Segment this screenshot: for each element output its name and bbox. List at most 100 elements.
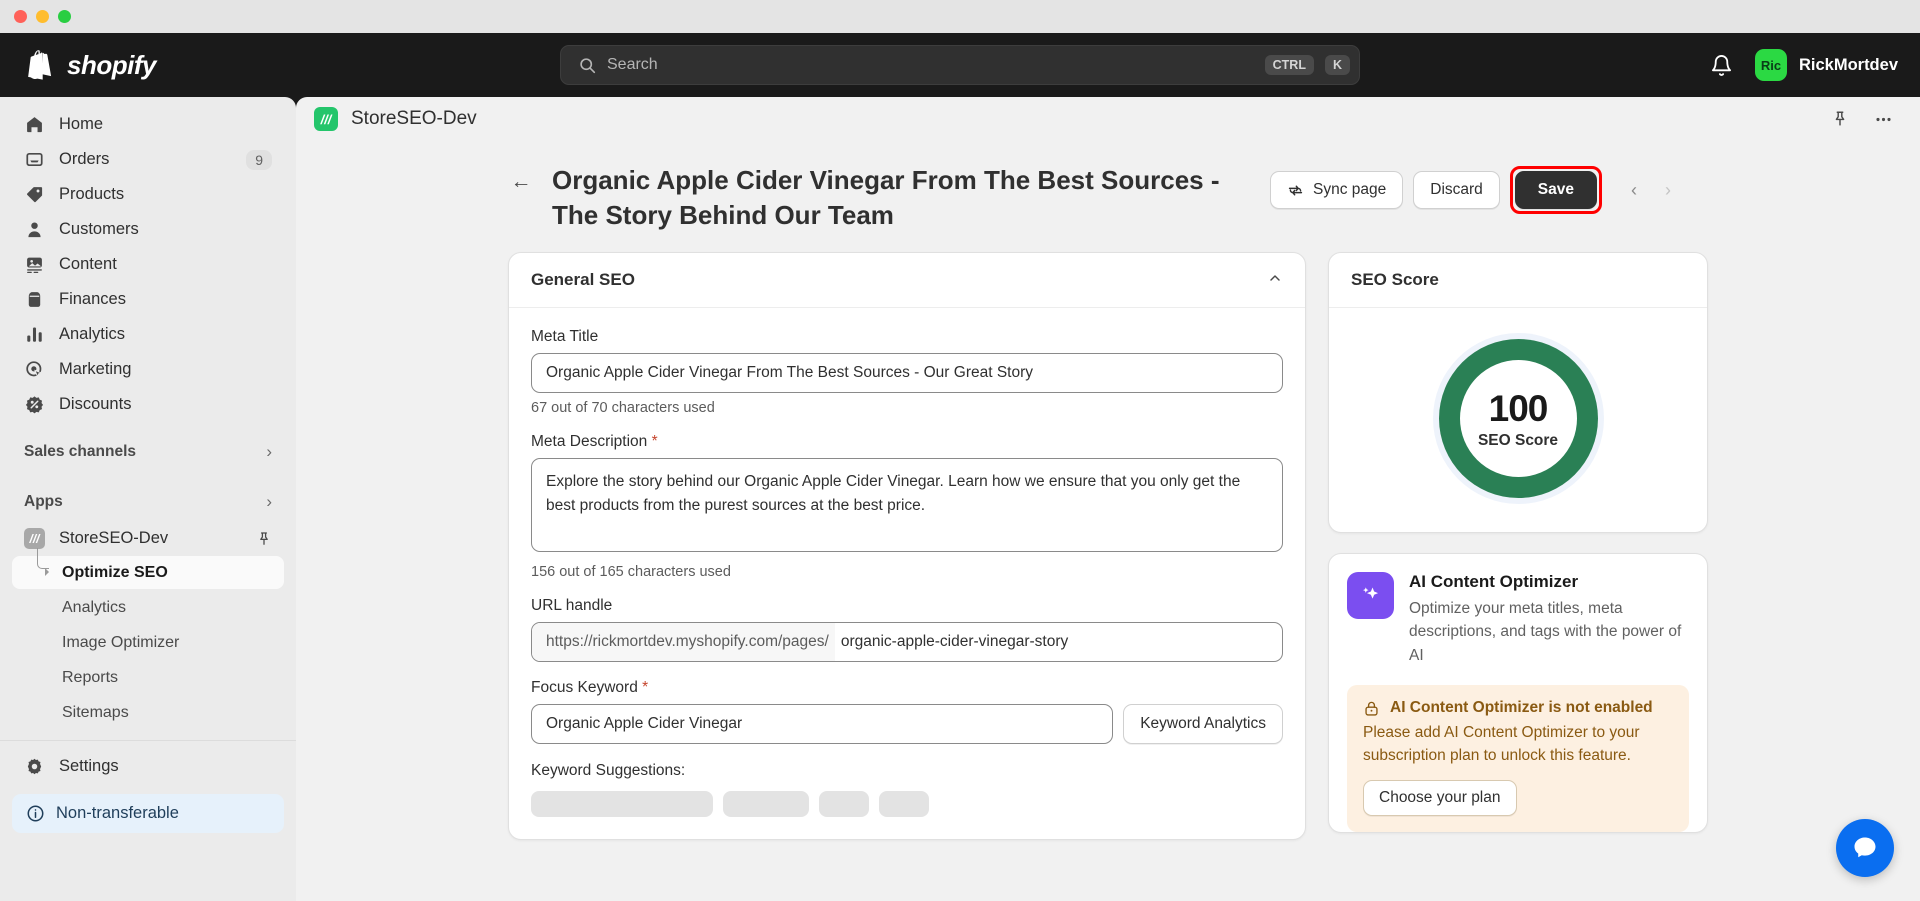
sidebar-item-content[interactable]: Content	[12, 247, 284, 282]
save-button[interactable]: Save	[1514, 171, 1597, 209]
meta-title-field: Meta Title 67 out of 70 characters used	[531, 328, 1283, 416]
sidebar-item-label: Home	[59, 115, 104, 133]
sidebar-item-finances[interactable]: Finances	[12, 282, 284, 317]
apps-label: Apps	[24, 493, 63, 510]
embedded-app-header: /// StoreSEO-Dev	[296, 97, 1920, 141]
sidebar-item-home[interactable]: Home	[12, 107, 284, 142]
sidebar-item-label: Orders	[59, 150, 110, 168]
chat-bubble-icon[interactable]	[1836, 819, 1894, 877]
ai-optimizer-description: Optimize your meta titles, meta descript…	[1409, 600, 1682, 664]
seo-score-title: SEO Score	[1351, 270, 1439, 290]
sync-page-label: Sync page	[1313, 181, 1387, 198]
choose-your-plan-button[interactable]: Choose your plan	[1363, 780, 1517, 817]
non-transferable-banner[interactable]: Non-transferable	[12, 794, 284, 833]
sidebar-item-label: Finances	[59, 290, 126, 308]
ai-optimizer-title: AI Content Optimizer	[1409, 572, 1579, 592]
user-menu[interactable]: Ric RickMortdev	[1754, 49, 1898, 81]
ai-optimizer-banner: AI Content Optimizer is not enabled Plea…	[1347, 684, 1689, 833]
pin-icon[interactable]	[1825, 104, 1855, 134]
chevron-left-icon[interactable]: ‹	[1618, 174, 1650, 207]
ai-banner-heading-row: AI Content Optimizer is not enabled	[1363, 699, 1673, 717]
ai-optimizer-header: AI Content Optimizer Optimize your meta …	[1347, 572, 1689, 667]
sidebar-item-customers[interactable]: Customers	[12, 212, 284, 247]
keyword-suggestions-label: Keyword Suggestions:	[531, 762, 686, 780]
seo-score-card-header: SEO Score	[1329, 253, 1707, 309]
sidebar-item-settings[interactable]: Settings	[12, 749, 284, 784]
keyword-chip-placeholder[interactable]	[531, 791, 713, 818]
keyword-chip-placeholder[interactable]	[723, 791, 809, 818]
storeseo-app-icon: ///	[314, 107, 338, 131]
window-close-button[interactable]	[14, 10, 27, 23]
sidebar-item-orders[interactable]: Orders 9	[12, 142, 284, 177]
keyword-chip-placeholder[interactable]	[819, 791, 869, 818]
analytics-bars-icon	[24, 324, 45, 345]
sidebar-group-sales-channels[interactable]: Sales channels ›	[12, 436, 284, 468]
shopify-brand[interactable]: shopify	[0, 50, 156, 81]
sidebar-subitem-label: Image Optimizer	[62, 633, 180, 651]
window-zoom-button[interactable]	[58, 10, 71, 23]
url-handle-label: URL handle	[531, 597, 613, 615]
sidebar-app-label: StoreSEO-Dev	[59, 529, 169, 547]
shopify-topbar: shopify Search CTRL K Ric RickMortdev	[0, 33, 1920, 97]
sidebar-item-optimize-seo[interactable]: Optimize SEO	[12, 548, 284, 589]
sidebar-item-sitemaps[interactable]: Sitemaps	[12, 696, 284, 729]
seo-score-ring: 100 SEO Score	[1438, 339, 1598, 499]
meta-title-label: Meta Title	[531, 328, 599, 346]
url-handle-prefix: https://rickmortdev.myshopify.com/pages/	[532, 623, 835, 662]
meta-description-field: Meta Description * Explore the story beh…	[531, 433, 1283, 580]
sidebar-item-label: Content	[59, 255, 117, 273]
sidebar-group-apps[interactable]: Apps ›	[12, 486, 284, 518]
chevron-right-icon[interactable]: ›	[1652, 174, 1684, 207]
seo-score-gauge: 100 SEO Score	[1329, 308, 1707, 532]
keyword-suggestion-chips	[531, 791, 1283, 818]
meta-description-label-text: Meta Description	[531, 433, 648, 451]
app-header-title: StoreSEO-Dev	[351, 108, 477, 129]
bell-icon[interactable]	[1710, 54, 1733, 77]
sidebar-item-label: Discounts	[59, 395, 132, 413]
sync-page-button[interactable]: Sync page	[1270, 171, 1404, 209]
window-minimize-button[interactable]	[36, 10, 49, 23]
arrow-left-icon[interactable]: ←	[508, 169, 534, 195]
orders-icon	[24, 149, 45, 170]
keyword-chip-placeholder[interactable]	[879, 791, 929, 818]
info-circle-icon	[27, 805, 44, 822]
sidebar-subitem-label: Reports	[62, 668, 119, 686]
chevron-right-icon: ›	[266, 442, 272, 461]
seo-score-caption: SEO Score	[1477, 431, 1559, 449]
meta-title-input[interactable]	[531, 353, 1283, 394]
url-handle-input[interactable]	[834, 623, 1282, 662]
page-header: ← Organic Apple Cider Vinegar From The B…	[508, 141, 1708, 252]
sidebar-item-analytics[interactable]: Analytics	[12, 317, 284, 352]
content-icon	[24, 254, 45, 275]
orders-count-badge: 9	[246, 149, 272, 170]
sidebar-divider	[0, 740, 296, 741]
discard-button[interactable]: Discard	[1413, 171, 1500, 209]
url-handle-input-group[interactable]: https://rickmortdev.myshopify.com/pages/	[531, 622, 1283, 663]
content-columns: General SEO Meta Title 67 out of 70 char…	[508, 252, 1708, 841]
sidebar-item-discounts[interactable]: Discounts	[12, 387, 284, 422]
sidebar-subitem-label: Analytics	[62, 598, 127, 616]
pin-icon[interactable]	[256, 531, 272, 547]
search-shortcut-ctrl: CTRL	[1264, 54, 1314, 76]
search-input[interactable]: Search CTRL K	[560, 45, 1360, 85]
keyword-analytics-button[interactable]: Keyword Analytics	[1123, 704, 1283, 745]
sidebar-item-image-optimizer[interactable]: Image Optimizer	[12, 626, 284, 659]
save-label: Save	[1537, 181, 1574, 198]
ai-optimizer-text: AI Content Optimizer Optimize your meta …	[1409, 572, 1689, 667]
focus-keyword-input[interactable]	[531, 704, 1114, 745]
meta-description-textarea[interactable]: Explore the story behind our Organic App…	[531, 458, 1283, 553]
marketing-target-icon	[24, 359, 45, 380]
chevron-up-icon[interactable]	[1267, 270, 1283, 290]
focus-keyword-label: Focus Keyword *	[531, 679, 1283, 697]
ellipsis-icon[interactable]	[1868, 104, 1898, 134]
sidebar-item-products[interactable]: Products	[12, 177, 284, 212]
sidebar-item-analytics-app[interactable]: Analytics	[12, 591, 284, 624]
sidebar-item-reports[interactable]: Reports	[12, 661, 284, 694]
home-icon	[24, 114, 45, 135]
meta-title-counter: 67 out of 70 characters used	[531, 400, 715, 417]
finances-icon	[24, 289, 45, 310]
focus-keyword-label-text: Focus Keyword	[531, 679, 638, 697]
sidebar-item-marketing[interactable]: Marketing	[12, 352, 284, 387]
sidebar-app-storeseo[interactable]: /// StoreSEO-Dev	[12, 522, 284, 555]
focus-keyword-row: Keyword Analytics	[531, 704, 1283, 745]
